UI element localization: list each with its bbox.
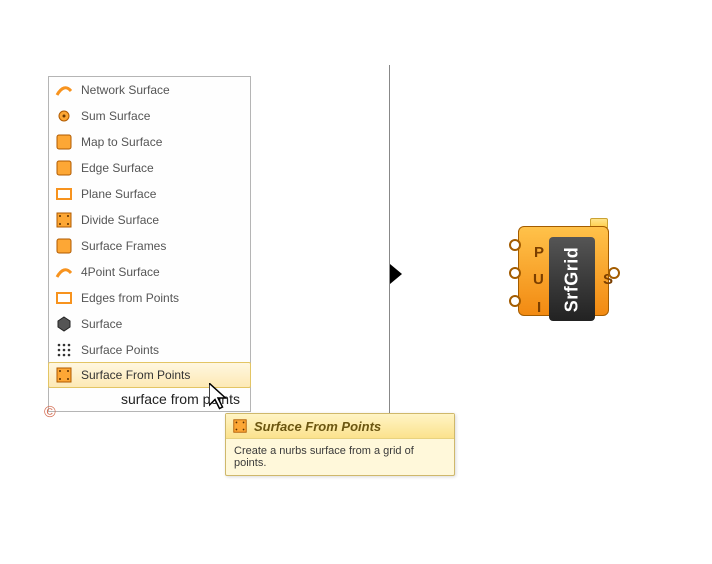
menu-item-edge-surface[interactable]: Edge Surface xyxy=(49,155,250,181)
output-port-s[interactable] xyxy=(608,267,620,279)
srfgrid-component[interactable]: P U I S SrfGrid xyxy=(510,219,618,323)
surface-from-points-icon xyxy=(55,366,73,384)
tooltip-title: Surface From Points xyxy=(254,419,381,434)
menu-item-surface-points[interactable]: Surface Points xyxy=(49,337,250,363)
network-surface-icon xyxy=(55,81,73,99)
input-port-u[interactable] xyxy=(509,267,521,279)
vertical-divider xyxy=(389,65,390,457)
menu-item-label: Edges from Points xyxy=(81,291,179,305)
divide-surface-icon xyxy=(55,211,73,229)
input-port-i[interactable] xyxy=(509,295,521,307)
menu-item-label: Map to Surface xyxy=(81,135,162,149)
component-search-input[interactable] xyxy=(53,390,246,408)
surface-from-points-icon xyxy=(232,418,248,434)
input-port-label-i: I xyxy=(537,299,541,316)
menu-item-4point-surface[interactable]: 4Point Surface xyxy=(49,259,250,285)
menu-item-divide-surface[interactable]: Divide Surface xyxy=(49,207,250,233)
origin-marker-icon: © xyxy=(44,404,56,422)
menu-item-label: Surface xyxy=(81,317,122,331)
menu-item-surface-from-points[interactable]: Surface From Points xyxy=(48,362,251,388)
menu-item-plane-surface[interactable]: Plane Surface xyxy=(49,181,250,207)
menu-item-map-to-surface[interactable]: Map to Surface xyxy=(49,129,250,155)
divider-arrow-icon xyxy=(390,264,402,284)
menu-item-label: Sum Surface xyxy=(81,109,150,123)
map-to-surface-icon xyxy=(55,133,73,151)
surface-points-icon xyxy=(55,341,73,359)
menu-item-network-surface[interactable]: Network Surface xyxy=(49,77,250,103)
canvas: Network Surface Sum Surface Map to Surfa… xyxy=(0,0,712,564)
tooltip-header: Surface From Points xyxy=(226,414,454,439)
menu-item-edges-from-points[interactable]: Edges from Points xyxy=(49,285,250,311)
menu-item-surface-frames[interactable]: Surface Frames xyxy=(49,233,250,259)
menu-item-label: Edge Surface xyxy=(81,161,154,175)
menu-item-label: 4Point Surface xyxy=(81,265,160,279)
tooltip-body: Create a nurbs surface from a grid of po… xyxy=(226,439,454,475)
component-tooltip: Surface From Points Create a nurbs surfa… xyxy=(225,413,455,476)
edge-surface-icon xyxy=(55,159,73,177)
component-search-menu[interactable]: Network Surface Sum Surface Map to Surfa… xyxy=(48,76,251,412)
search-row xyxy=(49,387,250,411)
input-port-label-p: P xyxy=(534,244,544,261)
component-center: SrfGrid xyxy=(549,237,595,321)
sum-surface-icon xyxy=(55,107,73,125)
menu-item-label: Divide Surface xyxy=(81,213,159,227)
plane-surface-icon xyxy=(55,185,73,203)
menu-item-label: Network Surface xyxy=(81,83,170,97)
menu-item-surface[interactable]: Surface xyxy=(49,311,250,337)
input-port-p[interactable] xyxy=(509,239,521,251)
component-name: SrfGrid xyxy=(562,246,583,312)
surface-icon xyxy=(55,315,73,333)
input-port-label-u: U xyxy=(533,271,544,288)
menu-item-label: Plane Surface xyxy=(81,187,156,201)
menu-item-sum-surface[interactable]: Sum Surface xyxy=(49,103,250,129)
surface-frames-icon xyxy=(55,237,73,255)
menu-item-label: Surface From Points xyxy=(81,368,190,382)
component-body[interactable]: P U I S SrfGrid xyxy=(518,226,609,316)
edges-from-points-icon xyxy=(55,289,73,307)
menu-item-label: Surface Frames xyxy=(81,239,166,253)
menu-item-label: Surface Points xyxy=(81,343,159,357)
four-point-surface-icon xyxy=(55,263,73,281)
